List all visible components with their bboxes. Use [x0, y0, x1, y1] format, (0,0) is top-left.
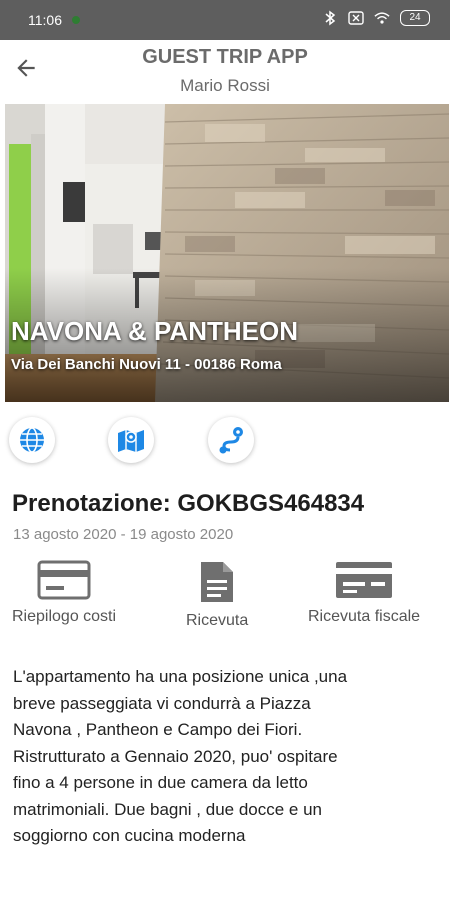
route-icon — [219, 427, 243, 454]
mute-icon — [348, 10, 364, 26]
property-photo: NAVONA & PANTHEON Via Dei Banchi Nuovi 1… — [5, 104, 449, 402]
receipt-button[interactable]: Ricevuta — [186, 560, 248, 630]
app-title: GUEST TRIP APP — [142, 46, 308, 68]
bluetooth-icon — [322, 10, 338, 26]
directions-button[interactable] — [208, 417, 254, 463]
map-icon — [118, 430, 144, 452]
fiscal-receipt-button[interactable]: Ricevuta fiscale — [308, 560, 420, 626]
cost-summary-button[interactable]: Riepilogo costi — [12, 560, 116, 626]
battery-icon: 24 — [400, 10, 430, 26]
status-bar: 11:06 24 — [0, 0, 450, 40]
website-button[interactable] — [9, 417, 55, 463]
receipt-icon — [201, 562, 234, 602]
globe-icon — [20, 427, 44, 453]
wifi-icon — [374, 10, 390, 26]
notification-dot-icon — [72, 16, 80, 24]
receipt-label: Ricevuta — [186, 612, 249, 629]
property-description: L'appartamento ha una posizione unica ,u… — [13, 667, 348, 898]
property-name: NAVONA & PANTHEON — [11, 316, 298, 346]
cost-summary-label: Riepilogo costi — [12, 608, 117, 625]
status-icons: 24 — [322, 10, 430, 26]
status-time: 11:06 — [28, 12, 62, 28]
property-address: Via Dei Banchi Nuovi 11 - 00186 Roma — [11, 356, 282, 373]
map-button[interactable] — [108, 417, 154, 463]
credit-card-icon — [37, 560, 91, 600]
app-header: GUEST TRIP APP Mario Rossi — [0, 40, 450, 104]
guest-name: Mario Rossi — [180, 76, 270, 95]
bottom-edge — [0, 878, 450, 900]
booking-code: Prenotazione: GOKBGS464834 — [12, 490, 365, 517]
booking-dates: 13 agosto 2020 - 19 agosto 2020 — [13, 526, 234, 543]
fiscal-receipt-icon — [336, 562, 393, 598]
fiscal-receipt-label: Ricevuta fiscale — [308, 608, 421, 625]
